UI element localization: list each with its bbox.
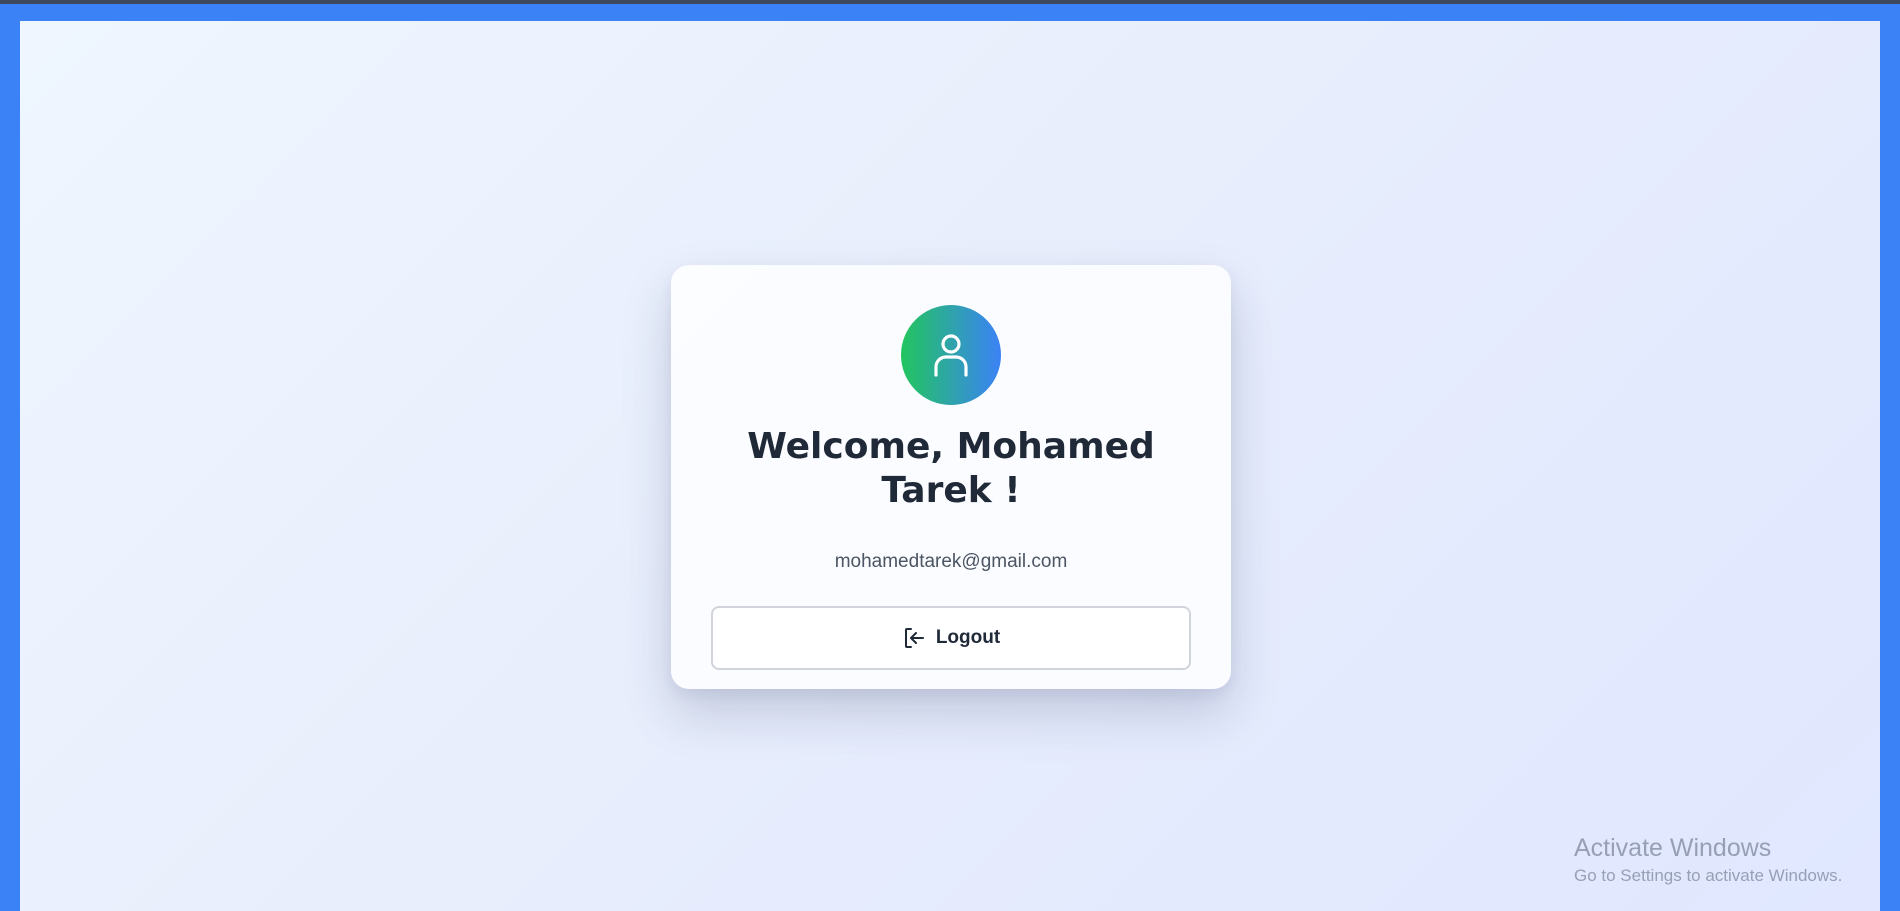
avatar	[901, 305, 1001, 405]
user-email: mohamedtarek@gmail.com	[834, 551, 1068, 572]
welcome-heading: Welcome, Mohamed Tarek !	[747, 426, 1155, 511]
activate-windows-watermark: Activate Windows Go to Settings to activ…	[1574, 833, 1842, 887]
watermark-subtitle: Go to Settings to activate Windows.	[1574, 866, 1843, 885]
profile-card: Welcome, Mohamed Tarek ! mohamedtarek@gm…	[671, 265, 1231, 689]
logout-icon	[902, 626, 926, 650]
logout-button[interactable]: Logout	[711, 606, 1191, 670]
page-viewport: Welcome, Mohamed Tarek ! mohamedtarek@gm…	[20, 21, 1880, 911]
logout-label: Logout	[935, 627, 1001, 648]
watermark-title: Activate Windows	[1574, 834, 1772, 862]
user-icon	[929, 331, 973, 379]
browser-top-edge	[0, 0, 1900, 4]
